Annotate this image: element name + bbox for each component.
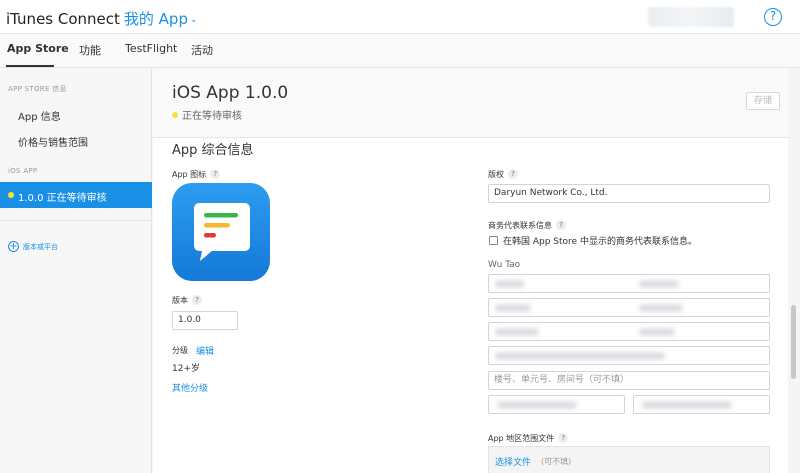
korea-display-checkbox[interactable] xyxy=(489,236,498,245)
copyright-input[interactable]: Daryun Network Co., Ltd. xyxy=(488,184,770,203)
help-question-icon[interactable]: ? xyxy=(210,169,221,179)
sidebar-section-app-store: APP STORE 信息 xyxy=(8,85,67,93)
help-question-icon[interactable]: ? xyxy=(192,295,202,305)
contact-field-1[interactable] xyxy=(488,274,770,293)
plus-circle-icon: + xyxy=(8,241,19,252)
version-header: iOS App 1.0.0 正在等待审核 存储 xyxy=(153,68,800,138)
rating-value: 12+岁 xyxy=(172,364,200,374)
scrollbar-thumb[interactable] xyxy=(791,305,796,379)
app-icon-label: App 图标? xyxy=(172,169,221,180)
sidebar-item-app-info[interactable]: App 信息 xyxy=(18,108,61,123)
choose-file-button[interactable]: 选择文件 xyxy=(495,455,531,468)
contact-field-4[interactable] xyxy=(488,346,770,365)
version-label-text: 版本 xyxy=(172,296,188,305)
optional-hint: (可不填) xyxy=(541,457,572,466)
status-badge: 正在等待审核 xyxy=(172,107,242,122)
version-label: 版本? xyxy=(172,295,202,306)
main-content: iOS App 1.0.0 正在等待审核 存储 App 综合信息 App 图标?… xyxy=(153,68,800,473)
contact-name: Wu Tao xyxy=(488,260,521,270)
active-tab-indicator xyxy=(6,65,54,67)
brand-title: iTunes Connect xyxy=(6,10,120,28)
copyright-label: 版权? xyxy=(488,169,518,180)
rating-label: 分级 xyxy=(172,346,188,355)
sidebar-item-label: 1.0.0 正在等待审核 xyxy=(18,193,107,204)
tab-testflight[interactable]: TestFlight xyxy=(125,42,177,55)
tab-features[interactable]: 功能 xyxy=(79,42,101,58)
sidebar-item-pricing[interactable]: 价格与销售范围 xyxy=(18,134,88,149)
page-title: iOS App 1.0.0 xyxy=(172,83,289,103)
scrollbar-track[interactable] xyxy=(788,68,800,473)
contact-field-3[interactable] xyxy=(488,322,770,341)
help-question-icon[interactable]: ? xyxy=(508,169,518,179)
user-account-menu[interactable] xyxy=(648,7,734,27)
region-file-upload: 选择文件 (可不填) xyxy=(488,446,770,473)
contact-field-region[interactable] xyxy=(633,395,770,414)
sidebar: APP STORE 信息 App 信息 价格与销售范围 iOS APP 1.0.… xyxy=(0,68,152,473)
contact-field-2[interactable] xyxy=(488,298,770,317)
app-icon[interactable] xyxy=(172,183,270,281)
version-input[interactable]: 1.0.0 xyxy=(172,311,238,330)
help-icon[interactable]: ? xyxy=(764,8,782,26)
save-button[interactable]: 存储 xyxy=(746,92,780,110)
copyright-label-text: 版权 xyxy=(488,170,504,179)
tab-app-store[interactable]: App Store xyxy=(7,42,69,55)
status-text: 正在等待审核 xyxy=(182,111,242,122)
section-title-general-info: App 综合信息 xyxy=(172,143,254,158)
brand: iTunes Connect 我的 App ⌄ xyxy=(6,8,198,29)
add-version-platform-button[interactable]: + 版本或平台 xyxy=(8,236,58,255)
sidebar-section-ios-app: iOS APP xyxy=(8,167,38,175)
my-app-menu[interactable]: 我的 App xyxy=(124,10,188,28)
tab-activity[interactable]: 活动 xyxy=(191,42,213,58)
chevron-down-icon[interactable]: ⌄ xyxy=(190,15,198,25)
business-rep-label-text: 商务代表联系信息 xyxy=(488,221,552,230)
rating-edit-link[interactable]: 编辑 xyxy=(196,344,214,357)
other-ratings-link[interactable]: 其他分级 xyxy=(172,381,208,394)
sidebar-item-version-1-0-0[interactable]: 1.0.0 正在等待审核 xyxy=(0,182,152,208)
status-dot-icon xyxy=(8,192,14,198)
help-question-icon[interactable]: ? xyxy=(556,220,566,230)
chat-bubble-icon xyxy=(194,203,250,261)
korea-display-checkbox-label[interactable]: 在韩国 App Store 中显示的商务代表联系信息。 xyxy=(503,234,697,247)
region-file-label: App 地区范围文件? xyxy=(488,433,569,444)
contact-field-city[interactable] xyxy=(488,395,625,414)
top-bar: iTunes Connect 我的 App ⌄ ? xyxy=(0,0,800,34)
status-dot-icon xyxy=(172,112,178,118)
add-version-platform-label: 版本或平台 xyxy=(23,242,58,251)
sidebar-divider xyxy=(0,220,152,221)
help-question-icon[interactable]: ? xyxy=(558,433,569,443)
region-file-label-text: App 地区范围文件 xyxy=(488,434,555,443)
address-line-input[interactable]: 楼号、单元号、房间号（可不填） xyxy=(488,371,770,390)
tab-bar: App Store 功能 TestFlight 活动 xyxy=(0,34,800,68)
business-rep-label: 商务代表联系信息? xyxy=(488,220,566,231)
app-icon-label-text: App 图标 xyxy=(172,170,207,179)
